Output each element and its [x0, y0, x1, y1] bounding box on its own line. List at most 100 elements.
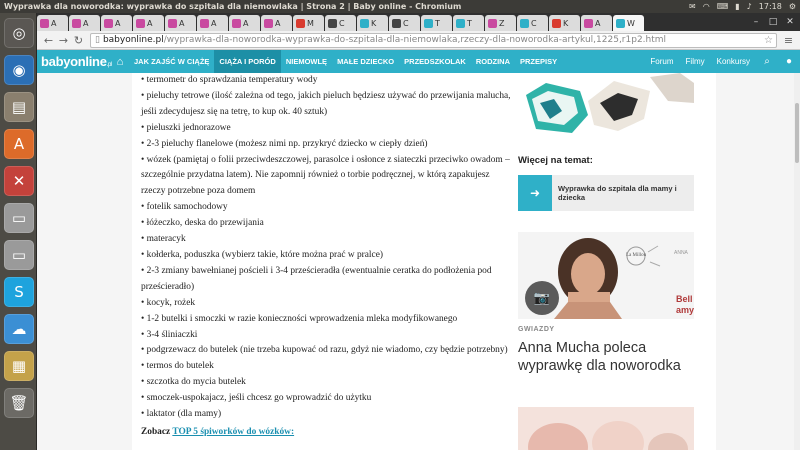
- tab-label: W: [627, 18, 635, 28]
- url-input[interactable]: ▯ babyonline.pl /wyprawka-dla-noworodka-…: [90, 32, 777, 48]
- browser-tab[interactable]: A: [37, 15, 68, 31]
- nav-forum[interactable]: Forum: [644, 50, 679, 73]
- see-also: Zobacz TOP 5 śpiworków do wózków:: [141, 425, 511, 441]
- browser-tab[interactable]: A: [261, 15, 292, 31]
- browser-tab[interactable]: C: [325, 15, 356, 31]
- nav-item[interactable]: RODZINA: [471, 50, 515, 73]
- drive-icon[interactable]: ▭: [4, 203, 34, 233]
- list-item: • pieluszki jednorazowe: [141, 122, 231, 133]
- nav-item[interactable]: JAK ZAJŚĆ W CIĄŻĘ: [129, 50, 214, 73]
- browser-tab[interactable]: T: [453, 15, 484, 31]
- user-icon[interactable]: ●: [778, 50, 800, 73]
- browser-tab[interactable]: C: [389, 15, 420, 31]
- battery-icon[interactable]: ▮: [735, 0, 739, 13]
- tab-favicon-icon: [136, 18, 145, 28]
- photo-text-anna: ANNA: [674, 250, 688, 256]
- power-gear-icon[interactable]: ⚙: [789, 0, 796, 13]
- page-icon: ▯: [95, 34, 100, 45]
- nav-item[interactable]: NIEMOWLĘ: [281, 50, 332, 73]
- software-center-icon[interactable]: A: [4, 129, 34, 159]
- nav-filmy[interactable]: Filmy: [680, 50, 711, 73]
- window-controls: – □ ✕: [749, 13, 800, 31]
- nav-item[interactable]: MAŁE DZIECKO: [332, 50, 399, 73]
- bookmark-star-icon[interactable]: ☆: [764, 34, 776, 47]
- nav-item[interactable]: PRZEDSZKOLAK: [399, 50, 471, 73]
- category-label[interactable]: GWIAZDY: [518, 326, 555, 333]
- tab-favicon-icon: [328, 18, 337, 28]
- site-logo[interactable]: babyonline.pl: [37, 54, 112, 69]
- browser-tab[interactable]: T: [421, 15, 452, 31]
- search-icon[interactable]: ⌕: [756, 50, 778, 73]
- page-content: • termometr do sprawdzania temperatury w…: [37, 73, 800, 450]
- browser-tab[interactable]: A: [133, 15, 164, 31]
- window-title: Wyprawka dla noworodka: wyprawka do szpi…: [4, 2, 462, 11]
- nav-konkursy[interactable]: Konkursy: [711, 50, 756, 73]
- forward-icon[interactable]: →: [56, 33, 71, 48]
- browser-tab[interactable]: A: [69, 15, 100, 31]
- tab-favicon-icon: [584, 18, 593, 28]
- list-item: • pieluchy tetrowe (ilość zależna od teg…: [141, 90, 511, 117]
- maximize-icon[interactable]: □: [766, 16, 780, 28]
- back-icon[interactable]: ←: [41, 33, 56, 48]
- browser-tab[interactable]: A: [581, 15, 612, 31]
- tab-label: A: [595, 18, 601, 28]
- browser-tab[interactable]: C: [517, 15, 548, 31]
- list-item: • 1-2 butelki i smoczki w razie konieczn…: [141, 313, 458, 324]
- keyboard-icon[interactable]: ⌨: [717, 0, 729, 13]
- list-item: • 3-4 śliniaczki: [141, 329, 198, 340]
- drive-icon-2[interactable]: ▭: [4, 240, 34, 270]
- browser-tab[interactable]: M: [293, 15, 324, 31]
- list-item: • termos do butelek: [141, 361, 214, 372]
- image-viewer-icon[interactable]: ▦: [4, 351, 34, 381]
- tab-favicon-icon: [40, 18, 49, 28]
- page-scrollbar[interactable]: [794, 73, 800, 450]
- shoes-ad-image[interactable]: [518, 73, 694, 139]
- list-item: • łóżeczko, deska do przewijania: [141, 218, 264, 229]
- tab-favicon-icon: [552, 18, 561, 28]
- browser-tab[interactable]: A: [165, 15, 196, 31]
- mail-indicator-icon[interactable]: ✉: [689, 0, 696, 13]
- ubuntu-logo-icon[interactable]: ◎: [4, 18, 34, 48]
- clock[interactable]: 17:18: [759, 0, 782, 13]
- headline-link[interactable]: Anna Mucha poleca wyprawkę dla noworodka: [518, 339, 694, 375]
- files-icon[interactable]: ▤: [4, 92, 34, 122]
- browser-tab[interactable]: A: [101, 15, 132, 31]
- cloud-icon[interactable]: ☁: [4, 314, 34, 344]
- gift-photo[interactable]: [518, 407, 694, 450]
- system-tray: ✉ ◠ ⌨ ▮ ♪ 17:18 ⚙: [689, 0, 796, 13]
- trash-icon[interactable]: 🗑: [4, 388, 34, 418]
- wifi-icon[interactable]: ◠: [703, 0, 710, 13]
- close-icon[interactable]: ✕: [783, 16, 797, 28]
- see-also-link[interactable]: TOP 5 śpiworków do wózków:: [172, 427, 294, 437]
- tab-favicon-icon: [616, 18, 625, 28]
- nav-item[interactable]: PRZEPISY: [515, 50, 562, 73]
- settings-icon[interactable]: ✕: [4, 166, 34, 196]
- list-item: • kocyk, rożek: [141, 297, 196, 308]
- chromium-icon[interactable]: ◉: [4, 55, 34, 85]
- scrollbar-thumb[interactable]: [795, 103, 799, 163]
- camera-icon[interactable]: 📷: [525, 281, 559, 315]
- tab-label: C: [531, 18, 537, 28]
- tab-label: T: [467, 18, 472, 28]
- skype-icon[interactable]: S: [4, 277, 34, 307]
- browser-tab[interactable]: A: [229, 15, 260, 31]
- menu-icon[interactable]: ≡: [781, 33, 796, 48]
- reload-icon[interactable]: ↻: [71, 33, 86, 48]
- volume-icon[interactable]: ♪: [747, 0, 752, 13]
- tab-favicon-icon: [488, 18, 497, 28]
- left-margin: [37, 73, 132, 450]
- photo-text-bell: Bell: [676, 294, 693, 304]
- site-nav: babyonline.pl ⌂ JAK ZAJŚĆ W CIĄŻĘ CIĄŻA I…: [37, 50, 800, 73]
- list-item: • 2-3 zmiany bawełnianej pościeli i 3-4 …: [141, 265, 492, 292]
- browser-tab[interactable]: K: [357, 15, 388, 31]
- nav-item[interactable]: CIĄŻA I PORÓD: [214, 50, 281, 73]
- celebrity-photo[interactable]: La Millou ANNA Bell amy 📷: [518, 232, 694, 319]
- browser-tab[interactable]: A: [197, 15, 228, 31]
- browser-tab[interactable]: Z: [485, 15, 516, 31]
- related-article[interactable]: ➜ Wyprawka do szpitala dla mamy i dzieck…: [518, 175, 694, 211]
- browser-tab[interactable]: K: [549, 15, 580, 31]
- list-item: • materacyk: [141, 234, 186, 245]
- minimize-icon[interactable]: –: [749, 16, 763, 28]
- home-icon[interactable]: ⌂: [111, 50, 129, 73]
- browser-tab[interactable]: W: [613, 15, 644, 31]
